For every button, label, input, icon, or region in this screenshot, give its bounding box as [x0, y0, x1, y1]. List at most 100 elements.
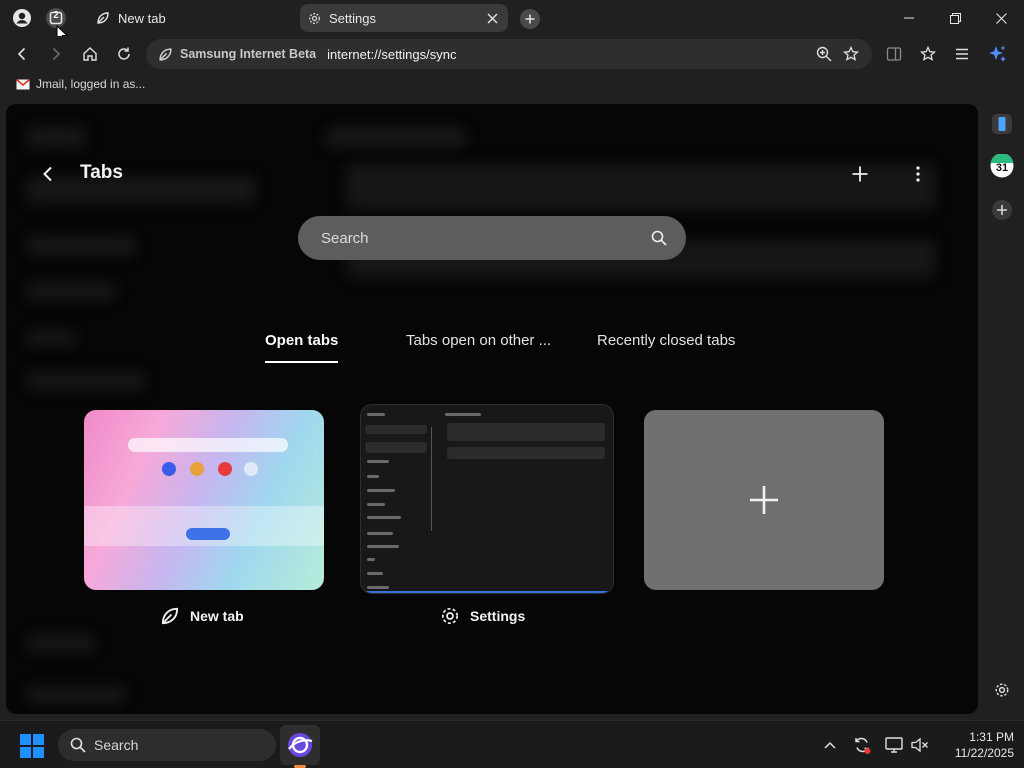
gear-icon — [308, 12, 321, 25]
plus-icon — [749, 485, 779, 515]
side-panel: 31 — [980, 104, 1024, 716]
reload-button[interactable] — [112, 42, 136, 66]
tab-title: New tab — [118, 10, 166, 26]
close-window-button[interactable] — [978, 0, 1024, 36]
tab-other-devices[interactable]: Tabs open on other ... — [406, 332, 551, 366]
taskbar-search-box[interactable]: Search — [58, 729, 276, 761]
leaf-icon — [160, 606, 180, 626]
thumbnail-text — [367, 532, 393, 535]
tabs-search-box[interactable] — [298, 216, 686, 260]
thumbnail-text — [367, 558, 375, 561]
leaf-icon — [96, 11, 110, 25]
tab-card-label: Settings — [470, 608, 526, 624]
background-settings-page — [26, 236, 136, 256]
sync-icon[interactable] — [852, 735, 872, 755]
display-icon[interactable] — [884, 735, 904, 755]
close-tab-icon[interactable] — [484, 10, 500, 26]
forward-button[interactable] — [44, 42, 68, 66]
tab-thumbnail[interactable] — [84, 410, 324, 590]
chevron-up-icon[interactable] — [820, 735, 840, 755]
browser-tab-settings[interactable]: Settings — [300, 4, 508, 32]
ai-sparkle-icon[interactable] — [986, 42, 1010, 66]
background-settings-page — [26, 634, 96, 652]
site-identity-label: Samsung Internet Beta — [180, 47, 317, 61]
tab-card-settings[interactable]: Settings — [360, 404, 614, 625]
menu-icon[interactable] — [950, 42, 974, 66]
thumbnail-divider — [431, 427, 432, 531]
tab-count-badge: 2 — [53, 10, 59, 21]
thumbnail-signin-button — [186, 528, 230, 540]
phone-icon[interactable] — [990, 112, 1014, 136]
search-icon — [70, 737, 86, 753]
thumbnail-row — [365, 425, 427, 434]
panel-header: Tabs — [6, 156, 978, 192]
leaf-icon — [156, 45, 174, 63]
add-tab-tile[interactable] — [644, 410, 884, 590]
tab-card-title: Settings — [440, 606, 525, 626]
address-bar[interactable]: Samsung Internet Beta internet://setting… — [146, 39, 872, 69]
panel-title: Tabs — [80, 162, 123, 183]
thumbnail-text — [367, 460, 389, 463]
thumbnail-signin-banner — [84, 506, 324, 546]
thumbnail-text — [367, 475, 379, 478]
tab-title: Settings — [329, 10, 376, 26]
thumbnail-shortcut-icon — [218, 462, 232, 476]
background-settings-page — [26, 126, 86, 148]
tabs-panel: Tabs Open tabs Tabs open on other ... Re… — [6, 104, 978, 714]
mail-icon — [16, 78, 30, 90]
more-options-icon[interactable] — [906, 162, 930, 186]
tab-open-tabs[interactable]: Open tabs — [265, 332, 339, 366]
home-button[interactable] — [78, 42, 102, 66]
system-clock[interactable]: 1:31 PM 11/22/2025 — [934, 729, 1014, 761]
thumbnail-row — [447, 423, 605, 441]
panel-tabs: Open tabs Tabs open on other ... Recentl… — [6, 332, 978, 372]
zoom-icon[interactable] — [815, 45, 833, 63]
tab-recently-closed[interactable]: Recently closed tabs — [597, 332, 735, 366]
samsung-internet-app-icon[interactable] — [280, 725, 320, 765]
thumbnail-row — [447, 447, 605, 459]
thumbnail-shortcut-icon — [162, 462, 176, 476]
thumbnail-shortcut-icon — [190, 462, 204, 476]
tab-card-new-tab[interactable]: New tab — [84, 410, 324, 625]
thumbnail-text — [445, 413, 481, 416]
thumbnail-search-bar — [128, 438, 288, 452]
bookmark-star-icon[interactable] — [842, 45, 860, 63]
thumbnail-shortcut-icon — [244, 462, 258, 476]
tabs-search-input[interactable] — [321, 229, 621, 247]
panel-back-button[interactable] — [36, 162, 60, 186]
thumbnail-text — [367, 586, 389, 589]
url-text[interactable]: internet://settings/sync — [327, 47, 456, 62]
thumbnail-text — [367, 572, 383, 575]
bookmarks-bar: Jmail, logged in as... — [0, 72, 1024, 98]
settings-icon[interactable] — [990, 678, 1014, 702]
thumbnail-text — [367, 545, 399, 548]
profile-icon[interactable] — [10, 6, 34, 30]
tab-thumbnail[interactable] — [360, 404, 614, 594]
add-tab-button[interactable] — [848, 162, 872, 186]
background-settings-page — [26, 282, 116, 300]
tab-card-title: New tab — [160, 606, 244, 626]
windows-start-icon[interactable] — [20, 734, 44, 758]
background-settings-page — [26, 686, 126, 704]
gear-icon — [440, 606, 460, 626]
restore-button[interactable] — [932, 0, 978, 36]
search-icon[interactable] — [650, 229, 668, 247]
volume-muted-icon[interactable] — [910, 735, 930, 755]
add-icon[interactable] — [990, 198, 1014, 222]
side-panel-toggle-icon[interactable] — [882, 42, 906, 66]
browser-tab-new-tab[interactable]: New tab — [84, 4, 296, 32]
favorites-icon[interactable] — [916, 42, 940, 66]
calendar-icon[interactable]: 31 — [990, 154, 1014, 178]
thumbnail-text — [367, 413, 385, 416]
back-button[interactable] — [10, 42, 34, 66]
taskbar: Search 1:31 PM 11/22/2025 — [0, 720, 1024, 768]
navigation-bar: Samsung Internet Beta internet://setting… — [0, 36, 1024, 72]
minimize-button[interactable] — [886, 0, 932, 36]
clock-date: 11/22/2025 — [954, 746, 1014, 760]
calendar-day: 31 — [995, 162, 1009, 174]
new-tab-button[interactable] — [520, 9, 540, 29]
thumbnail-text — [367, 516, 401, 519]
background-settings-page — [326, 126, 466, 148]
thumbnail-text — [367, 503, 385, 506]
bookmark-item[interactable]: Jmail, logged in as... — [16, 77, 145, 91]
